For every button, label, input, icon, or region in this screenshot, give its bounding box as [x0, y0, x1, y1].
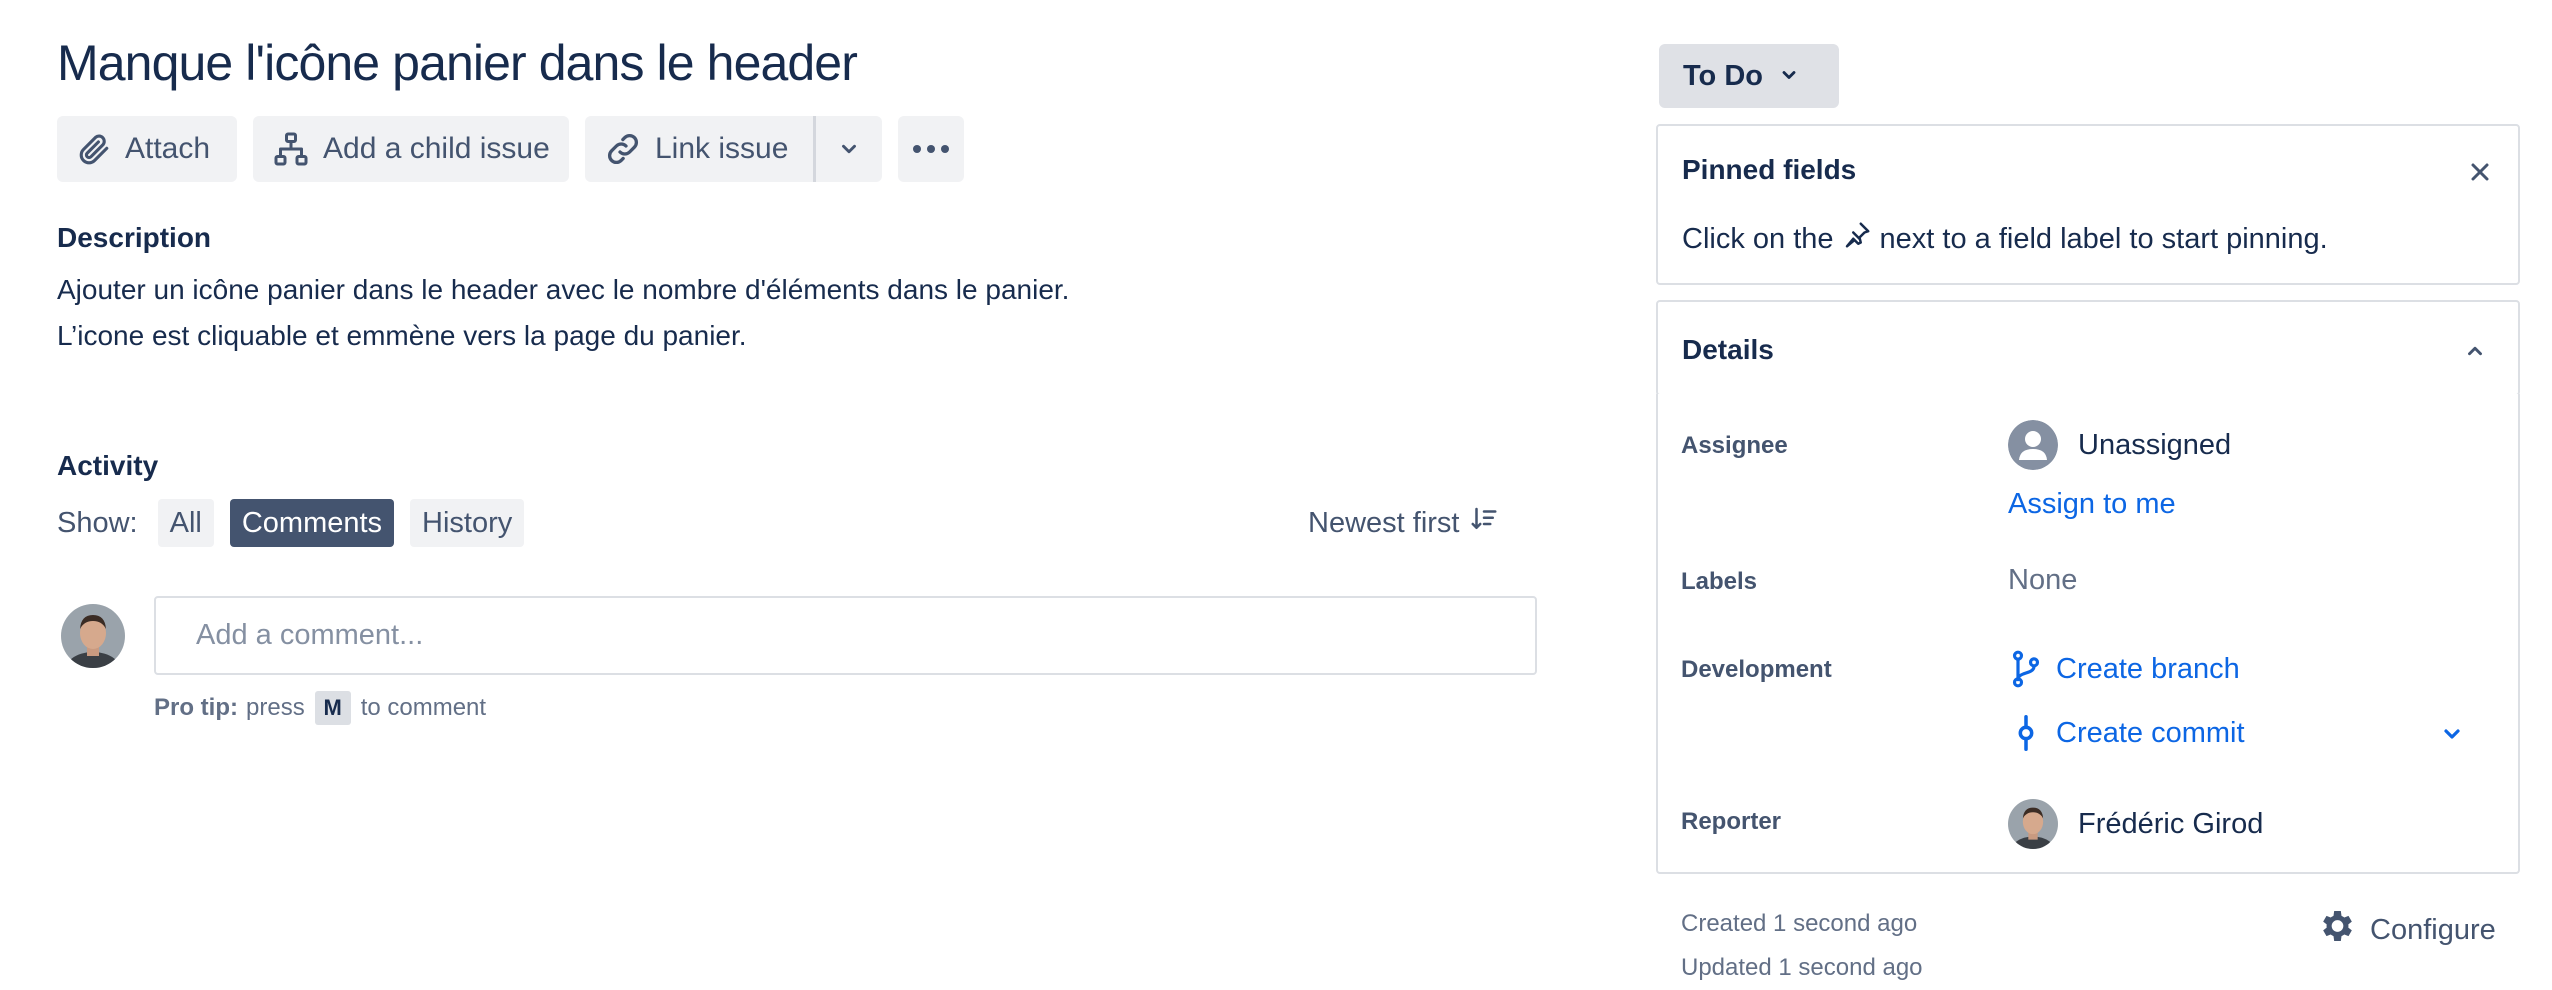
unassigned-avatar-icon	[2008, 420, 2058, 470]
development-expand-button[interactable]	[2440, 722, 2464, 751]
protip-after: to comment	[360, 694, 487, 721]
commit-icon	[2008, 714, 2044, 752]
add-child-issue-button[interactable]: Add a child issue	[253, 116, 569, 182]
description-line-2[interactable]: L’icone est cliquable et emmène vers la …	[57, 320, 747, 352]
reporter-field[interactable]: Frédéric Girod	[2008, 799, 2263, 849]
issue-title[interactable]: Manque l'icône panier dans le header	[57, 34, 858, 92]
link-issue-label: Link issue	[655, 132, 789, 165]
link-issue-button[interactable]: Link issue	[585, 116, 813, 182]
more-actions-button[interactable]	[898, 116, 964, 182]
hierarchy-icon	[273, 131, 309, 167]
gear-icon	[2316, 906, 2356, 954]
filter-comments[interactable]: Comments	[229, 499, 395, 547]
current-user-avatar	[61, 604, 125, 668]
status-dropdown[interactable]: To Do	[1659, 44, 1839, 108]
pin-icon	[1842, 220, 1872, 258]
close-icon	[2468, 163, 2492, 188]
attach-button[interactable]: Attach	[57, 116, 237, 182]
created-timestamp: Created 1 second ago	[1681, 910, 1918, 937]
comment-pro-tip: Pro tip: press M to comment	[154, 690, 486, 726]
pinned-hint: Click on the next to a field label to st…	[1682, 220, 2328, 258]
protip-before: press	[246, 694, 305, 721]
keyboard-shortcut-key: M	[314, 691, 351, 725]
pinned-hint-before: Click on the	[1682, 222, 1834, 255]
assign-to-me-link[interactable]: Assign to me	[2008, 488, 2176, 521]
description-line-1[interactable]: Ajouter un icône panier dans le header a…	[57, 274, 1069, 306]
configure-button[interactable]: Configure	[2316, 906, 2496, 954]
chevron-down-icon	[2440, 729, 2464, 750]
add-child-issue-label: Add a child issue	[323, 132, 550, 165]
development-label: Development	[1681, 656, 1832, 683]
close-pinned-button[interactable]	[2468, 160, 2492, 189]
labels-label: Labels	[1681, 568, 1758, 595]
paperclip-icon	[77, 132, 111, 166]
filter-all[interactable]: All	[157, 499, 214, 547]
link-issue-dropdown-button[interactable]	[816, 116, 882, 182]
sort-order-button[interactable]: Newest first	[1308, 498, 1499, 548]
attach-label: Attach	[125, 132, 211, 165]
activity-filter-bar: Show: All Comments History	[57, 498, 540, 548]
pinned-hint-after: next to a field label to start pinning.	[1879, 222, 2328, 255]
labels-value[interactable]: None	[2008, 564, 2077, 597]
updated-timestamp: Updated 1 second ago	[1681, 954, 1923, 981]
activity-heading: Activity	[57, 450, 159, 481]
add-comment-input[interactable]: Add a comment...	[154, 596, 1537, 675]
create-branch-link[interactable]: Create branch	[2008, 650, 2240, 688]
status-label: To Do	[1683, 59, 1763, 92]
branch-icon	[2008, 650, 2044, 688]
chevron-up-icon	[2464, 340, 2486, 367]
comment-placeholder: Add a comment...	[196, 619, 424, 651]
assignee-value: Unassigned	[2078, 428, 2232, 461]
assignee-label: Assignee	[1681, 432, 1788, 459]
reporter-label: Reporter	[1681, 808, 1782, 835]
link-icon	[605, 131, 641, 167]
assignee-field[interactable]: Unassigned	[2008, 420, 2231, 470]
create-branch-label: Create branch	[2056, 652, 2240, 685]
filter-history[interactable]: History	[410, 499, 525, 547]
sort-descending-icon	[1469, 504, 1499, 542]
reporter-value: Frédéric Girod	[2078, 807, 2264, 840]
details-title: Details	[1682, 334, 1774, 365]
reporter-avatar	[2008, 799, 2058, 849]
chevron-down-icon	[1779, 60, 1799, 93]
details-header[interactable]: Details	[1656, 300, 2520, 396]
create-commit-link[interactable]: Create commit	[2008, 714, 2245, 752]
protip-bold: Pro tip:	[154, 694, 238, 721]
chevron-down-icon	[838, 138, 860, 160]
pinned-fields-title: Pinned fields	[1682, 154, 1857, 185]
sort-label: Newest first	[1308, 506, 1460, 539]
pinned-fields-panel: Pinned fields Click on the next to a fie…	[1656, 124, 2520, 285]
issue-toolbar: Attach Add a child issue Link issue	[57, 116, 964, 182]
configure-label: Configure	[2370, 913, 2496, 946]
description-heading: Description	[57, 222, 212, 253]
link-issue-group: Link issue	[585, 116, 882, 182]
show-label: Show:	[57, 506, 138, 539]
create-commit-label: Create commit	[2056, 716, 2245, 749]
more-dots-icon	[911, 144, 951, 154]
